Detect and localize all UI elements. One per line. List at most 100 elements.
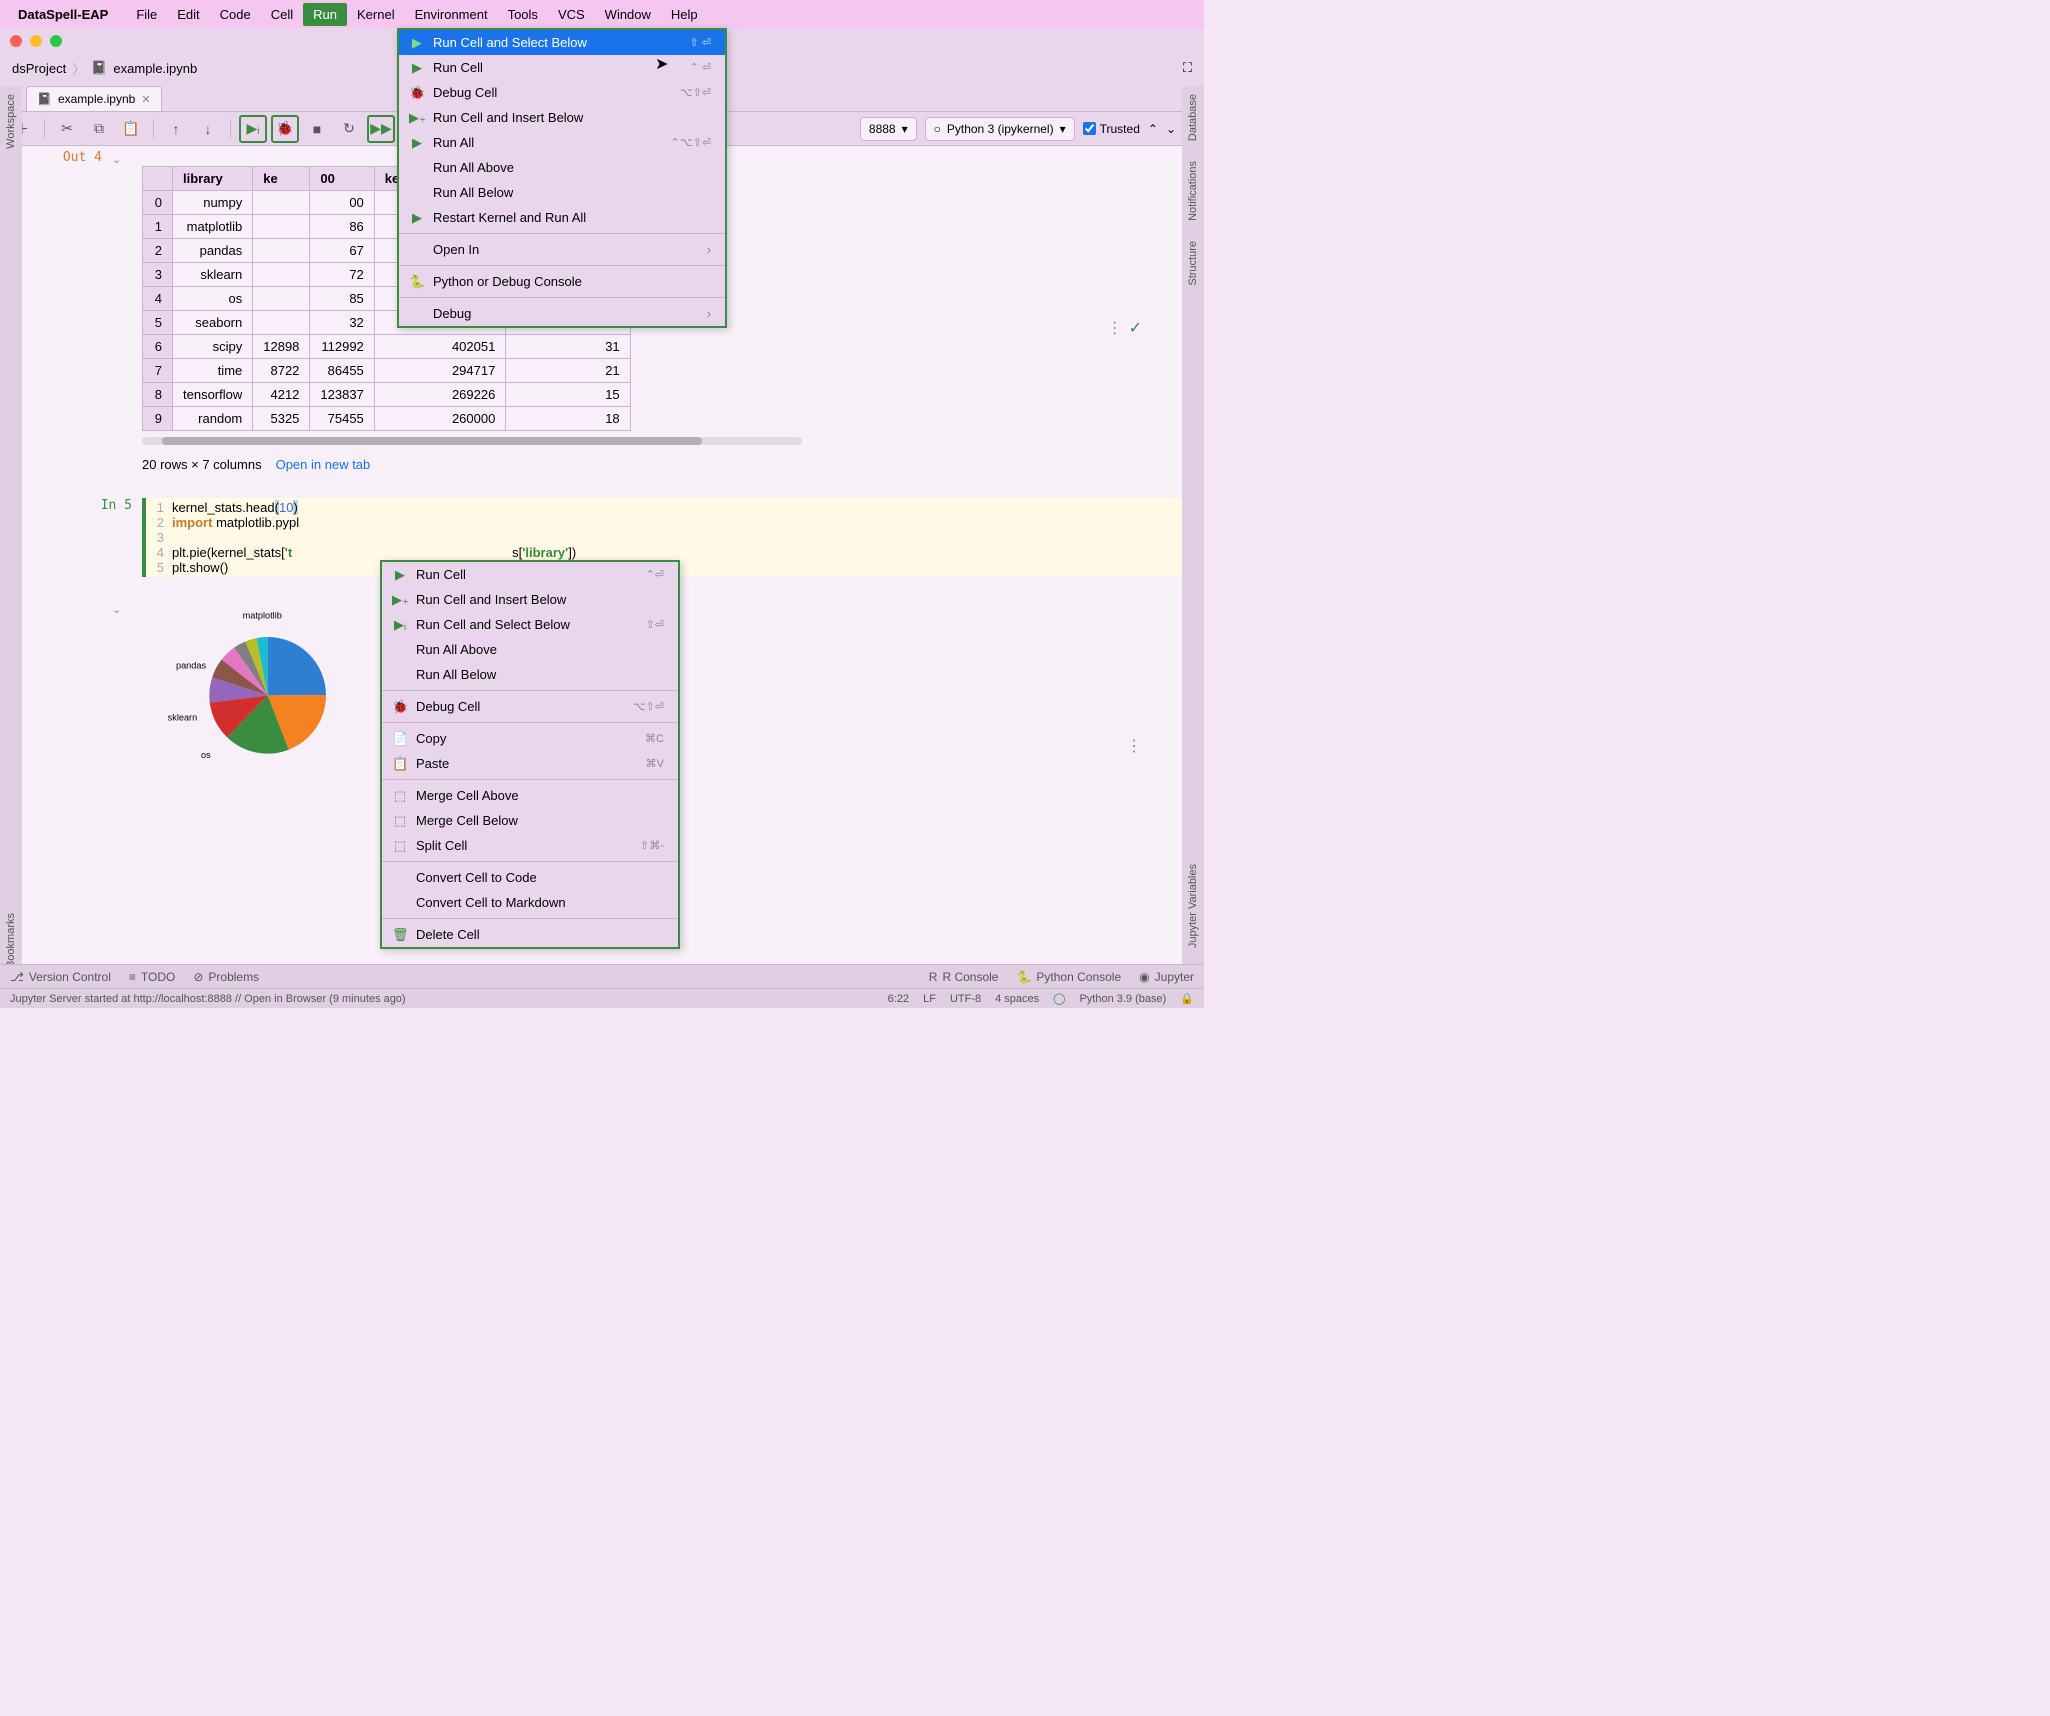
menu-shortcut: ⇧⌘- (640, 839, 664, 852)
menu-item-icon: ▶ (409, 35, 425, 51)
column-header[interactable] (143, 167, 173, 191)
lock-icon[interactable]: 🔒 (1180, 992, 1194, 1005)
menu-item[interactable]: ⬚Merge Cell Below (382, 808, 678, 833)
menu-item[interactable]: 🐍Python or Debug Console (399, 269, 725, 294)
maximize-window-button[interactable] (50, 35, 62, 47)
breadcrumb-project[interactable]: dsProject (12, 61, 66, 76)
menu-item[interactable]: Run All Above (399, 155, 725, 180)
menu-item[interactable]: ⬚Merge Cell Above (382, 783, 678, 808)
status-indent[interactable]: 4 spaces (995, 993, 1039, 1005)
copy-button[interactable]: ⧉ (85, 115, 113, 143)
table-dimensions: 20 rows × 7 columns (142, 457, 262, 472)
cut-button[interactable]: ✂ (53, 115, 81, 143)
column-header[interactable]: 00 (310, 167, 374, 191)
tw-python-console[interactable]: 🐍 Python Console (1016, 970, 1121, 984)
menu-item[interactable]: Debug› (399, 301, 725, 326)
menu-item[interactable]: Open In› (399, 237, 725, 262)
breadcrumb-file[interactable]: example.ipynb (113, 61, 197, 76)
menu-vcs[interactable]: VCS (548, 3, 595, 26)
menu-kernel[interactable]: Kernel (347, 3, 405, 26)
collapse-up-button[interactable]: ⌃ (1148, 122, 1158, 136)
debug-cell-button[interactable]: 🐞 (271, 115, 299, 143)
submenu-arrow-icon: › (707, 242, 711, 257)
menu-item[interactable]: ▶Run Cell and Select Below⇧ ⏎ (399, 30, 725, 55)
run-all-button[interactable]: ▶▶ (367, 115, 395, 143)
menu-item-icon: 🐞 (409, 85, 425, 101)
menu-item[interactable]: Run All Below (382, 662, 678, 687)
tw-jupyter[interactable]: ◉ Jupyter (1139, 970, 1194, 984)
menu-tools[interactable]: Tools (498, 3, 548, 26)
menu-item-label: Restart Kernel and Run All (433, 210, 586, 225)
menu-item[interactable]: 🗑Delete Cell (382, 922, 678, 947)
menu-item[interactable]: ▶Run All⌃⌥⇧⏎ (399, 130, 725, 155)
menu-item[interactable]: 🐞Debug Cell⌥⇧⏎ (382, 694, 678, 719)
table-row[interactable]: 6scipy1289811299240205131 (143, 335, 631, 359)
tw-version-control[interactable]: ⎇ Version Control (10, 970, 111, 984)
status-encoding[interactable]: UTF-8 (950, 993, 981, 1005)
tw-todo[interactable]: ≡ TODO (129, 970, 175, 984)
tw-problems[interactable]: ⊘ Problems (193, 970, 259, 984)
menu-shortcut: ⌥⇧⏎ (633, 700, 664, 713)
menu-item[interactable]: 📋Paste⌘V (382, 751, 678, 776)
expand-icon[interactable]: ⛶ (1183, 60, 1192, 76)
run-cell-button[interactable]: ▶ᵢ (239, 115, 267, 143)
move-up-button[interactable]: ↑ (162, 115, 190, 143)
status-eol[interactable]: LF (923, 993, 936, 1005)
chevron-down-icon[interactable]: ⌄ (112, 603, 121, 777)
menu-item[interactable]: ▶₊Run Cell and Insert Below (382, 587, 678, 612)
menu-item[interactable]: ▶₊Run Cell and Insert Below (399, 105, 725, 130)
table-row[interactable]: 9random53257545526000018 (143, 407, 631, 431)
menu-help[interactable]: Help (661, 3, 708, 26)
menu-item[interactable]: Convert Cell to Markdown (382, 890, 678, 915)
collapse-down-button[interactable]: ⌄ (1166, 122, 1176, 136)
menu-item[interactable]: ▶Run Cell⌃ ⏎ (399, 55, 725, 80)
close-icon[interactable]: ✕ (141, 93, 150, 106)
trusted-check-input[interactable] (1083, 122, 1096, 135)
column-header[interactable]: library (173, 167, 253, 191)
rail-database[interactable]: Database (1187, 94, 1199, 141)
close-window-button[interactable] (10, 35, 22, 47)
menu-cell[interactable]: Cell (261, 3, 303, 26)
rail-jupyter-variables[interactable]: Jupyter Variables (1187, 864, 1199, 948)
server-selector[interactable]: 8888 ▾ (860, 117, 917, 141)
menu-item[interactable]: 📄Copy⌘C (382, 726, 678, 751)
horizontal-scrollbar[interactable] (142, 437, 802, 445)
rail-structure[interactable]: Structure (1187, 241, 1199, 286)
trusted-label: Trusted (1100, 122, 1140, 136)
menu-edit[interactable]: Edit (167, 3, 209, 26)
minimize-window-button[interactable] (30, 35, 42, 47)
menu-item[interactable]: Run All Above (382, 637, 678, 662)
menu-item-label: Run All Below (416, 667, 496, 682)
menu-window[interactable]: Window (595, 3, 661, 26)
menu-item[interactable]: ▶Restart Kernel and Run All (399, 205, 725, 230)
open-new-tab-link[interactable]: Open in new tab (276, 457, 371, 472)
chevron-down-icon[interactable]: ⌄ (112, 153, 121, 166)
menu-code[interactable]: Code (210, 3, 261, 26)
menu-environment[interactable]: Environment (405, 3, 498, 26)
paste-button[interactable]: 📋 (117, 115, 145, 143)
status-caret-pos[interactable]: 6:22 (888, 993, 909, 1005)
menu-item[interactable]: ▶ᵢRun Cell and Select Below⇧⏎ (382, 612, 678, 637)
trusted-checkbox[interactable]: Trusted (1083, 122, 1140, 136)
menu-item[interactable]: ▶Run Cell⌃⏎ (382, 562, 678, 587)
rail-workspace[interactable]: Workspace (5, 94, 17, 149)
menu-item[interactable]: Run All Below (399, 180, 725, 205)
kernel-selector[interactable]: ○ Python 3 (ipykernel) ▾ (925, 117, 1075, 141)
rail-bookmarks[interactable]: Bookmarks (5, 913, 17, 968)
file-tab-example[interactable]: 📓 example.ipynb ✕ (26, 86, 162, 111)
status-interpreter[interactable]: Python 3.9 (base) (1079, 993, 1166, 1005)
restart-button[interactable]: ↻ (335, 115, 363, 143)
more-icon[interactable]: ⋮ (1126, 736, 1142, 756)
menu-item[interactable]: 🐞Debug Cell⌥⇧⏎ (399, 80, 725, 105)
table-row[interactable]: 8tensorflow421212383726922615 (143, 383, 631, 407)
menu-file[interactable]: File (126, 3, 167, 26)
move-down-button[interactable]: ↓ (194, 115, 222, 143)
stop-button[interactable]: ■ (303, 115, 331, 143)
column-header[interactable]: ke (253, 167, 310, 191)
table-row[interactable]: 7time87228645529471721 (143, 359, 631, 383)
menu-run[interactable]: Run (303, 3, 347, 26)
menu-item[interactable]: ⬚Split Cell⇧⌘- (382, 833, 678, 858)
menu-item[interactable]: Convert Cell to Code (382, 865, 678, 890)
rail-notifications[interactable]: Notifications (1187, 161, 1199, 221)
tw-r-console[interactable]: R R Console (929, 970, 999, 984)
